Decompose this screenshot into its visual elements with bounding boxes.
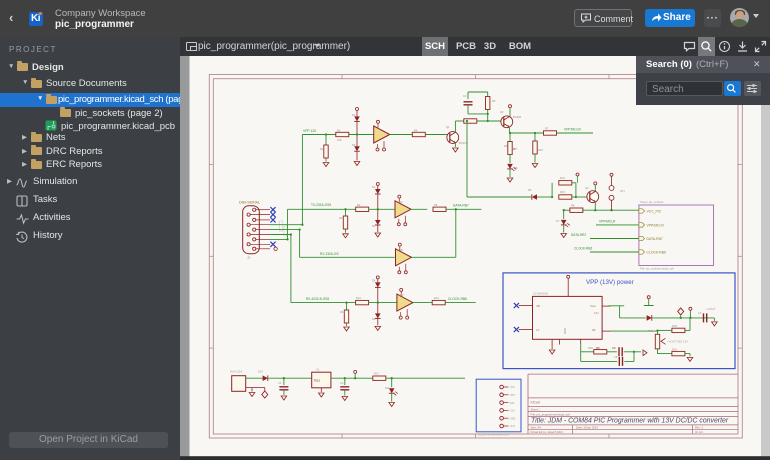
- svg-text:R18: R18: [672, 324, 677, 328]
- svg-text:VCC: VCC: [510, 386, 515, 389]
- svg-text:D9: D9: [372, 317, 376, 321]
- svg-text:Sheet: /: Sheet: /: [531, 407, 541, 411]
- svg-text:DATA-RB7: DATA-RB7: [647, 237, 663, 241]
- svg-text:R20: R20: [588, 346, 593, 350]
- svg-text:D4: D4: [372, 224, 376, 228]
- svg-text:Size: A4: Size: A4: [531, 426, 542, 430]
- svg-text:JP1: JP1: [620, 189, 625, 193]
- svg-text:GND: GND: [510, 417, 516, 420]
- svg-text:VB: VB: [536, 304, 540, 308]
- svg-text:U1A: U1A: [398, 201, 403, 204]
- svg-text:R13: R13: [434, 296, 439, 300]
- svg-text:File: pic_sockets.kicad_sch: File: pic_sockets.kicad_sch: [640, 266, 674, 270]
- svg-text:Q3: Q3: [585, 186, 589, 190]
- svg-text:RV1: RV1: [648, 329, 654, 333]
- svg-text:C6: C6: [612, 346, 616, 350]
- svg-text:R10: R10: [538, 148, 543, 152]
- svg-text:D12: D12: [594, 311, 599, 315]
- svg-text:BC307: BC307: [459, 141, 467, 145]
- svg-text:R9: R9: [504, 144, 508, 148]
- svg-text:+VOUT ADJ 13V: +VOUT ADJ 13V: [667, 339, 688, 343]
- svg-text:R8: R8: [571, 204, 575, 208]
- svg-text:U1: U1: [316, 368, 320, 372]
- svg-text:DB9-SERIAL: DB9-SERIAL: [239, 200, 260, 204]
- svg-text:CONN PROGRAMMATION: CONN PROGRAMMATION: [478, 433, 509, 436]
- svg-text:U1C: U1C: [399, 294, 404, 297]
- svg-text:D11: D11: [385, 386, 390, 390]
- svg-text:TX-232A-GS5: TX-232A-GS5: [311, 203, 331, 207]
- svg-text:D10: D10: [258, 370, 263, 374]
- svg-text:R19: R19: [672, 348, 677, 352]
- svg-text:KiCad: KiCad: [531, 400, 540, 404]
- svg-text:R16: R16: [560, 176, 565, 180]
- svg-text:File: pic_programmer.kicad_sch: File: pic_programmer.kicad_sch: [531, 412, 571, 416]
- svg-text:D7: D7: [556, 219, 560, 223]
- svg-text:VPP (13V) power: VPP (13V) power: [586, 279, 634, 286]
- svg-text:DAT: DAT: [510, 402, 515, 405]
- svg-text:DATA-RB7: DATA-RB7: [453, 204, 469, 208]
- svg-text:D1: D1: [352, 113, 356, 117]
- svg-text:R6: R6: [434, 203, 438, 207]
- svg-text:RX-4232-B-GS5: RX-4232-B-GS5: [306, 297, 329, 301]
- svg-text:VPP/MCLR: VPP/MCLR: [647, 223, 665, 227]
- svg-text:U2 MAX642: U2 MAX642: [533, 291, 549, 295]
- svg-text:VPP: VPP: [510, 394, 515, 397]
- svg-text:Title: JDM - COM84 PIC Program: Title: JDM - COM84 PIC Programmer with 1…: [531, 418, 729, 425]
- svg-text:Q2: Q2: [500, 110, 504, 114]
- svg-text:Sheet: pic_sockets: Sheet: pic_sockets: [640, 200, 664, 204]
- svg-text:R12: R12: [356, 296, 361, 300]
- svg-text:+VOUT: +VOUT: [706, 307, 716, 311]
- svg-text:Date: 29 jan 2014: Date: 29 jan 2014: [576, 426, 599, 430]
- svg-text:Q1: Q1: [446, 125, 450, 129]
- svg-text:R3: R3: [357, 203, 361, 207]
- svg-text:VPP/MCLR: VPP/MCLR: [564, 128, 581, 132]
- svg-text:Id: 1/1: Id: 1/1: [695, 430, 703, 434]
- svg-text:D3: D3: [372, 185, 376, 189]
- svg-text:VPP-120: VPP-120: [303, 129, 316, 133]
- svg-text:U1B: U1B: [398, 249, 403, 252]
- svg-text:BC328: BC328: [513, 115, 521, 119]
- svg-text:D2: D2: [352, 143, 356, 147]
- svg-text:R11: R11: [339, 216, 344, 220]
- svg-text:7812: 7812: [314, 379, 321, 383]
- svg-text:R15: R15: [560, 190, 565, 194]
- svg-text:C3: C3: [340, 381, 344, 385]
- svg-text:CLOCK-RB6: CLOCK-RB6: [574, 247, 592, 251]
- svg-text:Rev: 2: Rev: 2: [695, 426, 704, 430]
- svg-text:9V-0.15A: 9V-0.15A: [230, 370, 242, 374]
- svg-text:Vout: Vout: [590, 304, 596, 308]
- svg-text:J1: J1: [247, 256, 251, 260]
- svg-text:GND: GND: [563, 328, 567, 334]
- svg-text:DATA-RB7: DATA-RB7: [571, 233, 587, 237]
- svg-text:D5: D5: [528, 188, 532, 192]
- svg-text:KiCad E.D.A. kicad 5.99.0: KiCad E.D.A. kicad 5.99.0: [531, 430, 564, 434]
- svg-text:AUX: AUX: [510, 425, 515, 428]
- svg-text:C2: C2: [463, 94, 467, 98]
- svg-text:R9: R9: [596, 346, 600, 350]
- svg-text:10K: 10K: [337, 138, 342, 142]
- svg-text:CLK: CLK: [510, 410, 515, 413]
- svg-text:D8: D8: [514, 166, 518, 170]
- svg-text:VCC_PIC: VCC_PIC: [647, 209, 662, 213]
- svg-text:R7: R7: [545, 127, 549, 131]
- svg-text:R17: R17: [374, 372, 379, 376]
- svg-text:R14: R14: [340, 310, 345, 314]
- svg-text:R4: R4: [414, 129, 418, 133]
- svg-text:D6: D6: [372, 279, 376, 283]
- svg-text:C7: C7: [698, 311, 702, 315]
- svg-text:CLOCK-RB6: CLOCK-RB6: [647, 250, 667, 254]
- svg-text:RX-232A-GS: RX-232A-GS: [320, 252, 339, 256]
- svg-text:LB: LB: [592, 328, 596, 332]
- svg-text:C5: C5: [614, 355, 618, 359]
- svg-text:C1: C1: [278, 381, 282, 385]
- svg-text:VPP/MCLR: VPP/MCLR: [599, 220, 616, 224]
- svg-text:LX: LX: [536, 328, 540, 332]
- svg-text:R5: R5: [492, 99, 496, 103]
- svg-text:R1: R1: [320, 147, 324, 151]
- svg-text:R2: R2: [337, 129, 341, 133]
- svg-text:CLOCK-RB6: CLOCK-RB6: [448, 297, 467, 301]
- svg-text:R?: R?: [513, 147, 517, 151]
